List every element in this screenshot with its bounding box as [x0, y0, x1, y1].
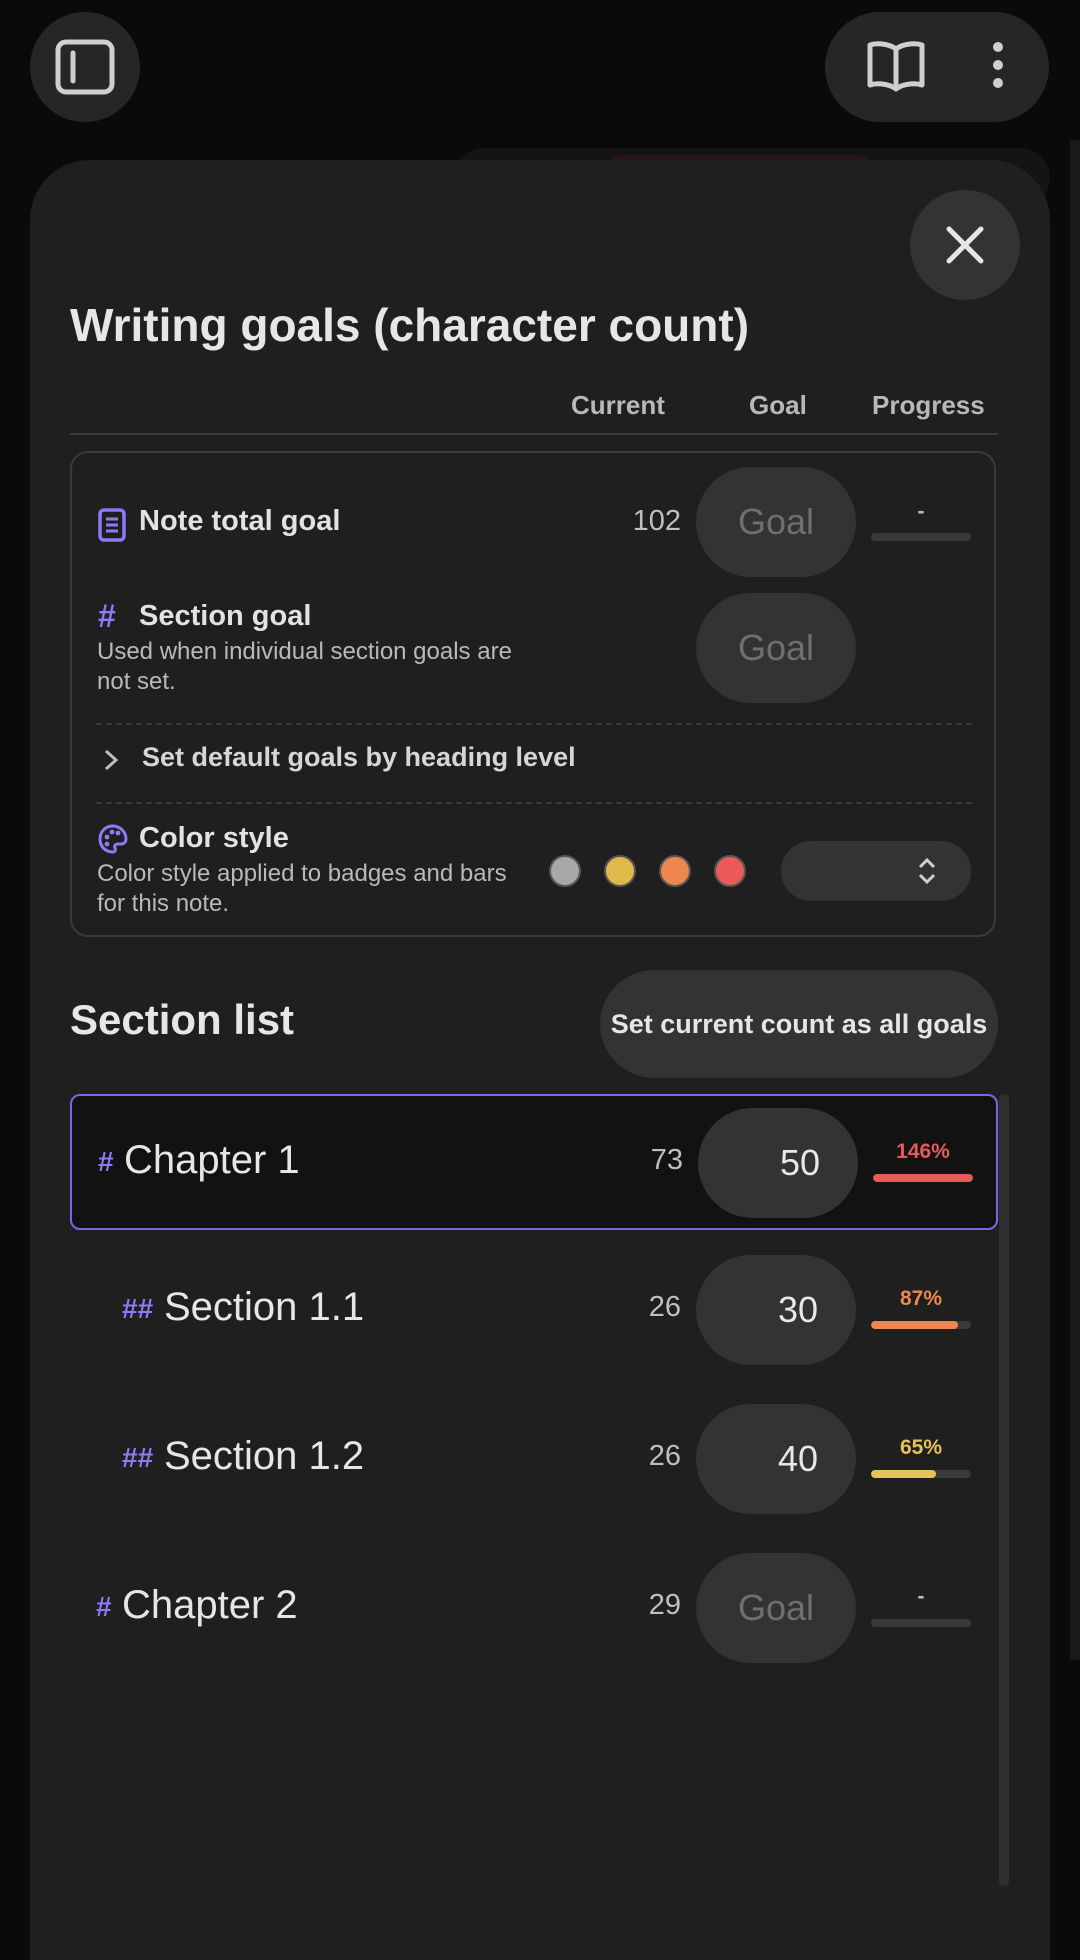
note-total-progress-bar	[871, 533, 971, 541]
heading-level-marker: ##	[122, 1442, 154, 1473]
color-style-select[interactable]	[781, 841, 971, 901]
section-goal-description: Used when individual section goals are n…	[97, 638, 512, 695]
section-current-count: 29	[648, 1589, 681, 1621]
section-progress-fill	[871, 1470, 936, 1478]
heading-defaults-toggle[interactable]: Set default goals by heading level	[98, 740, 798, 780]
section-progress-text: 146%	[896, 1140, 950, 1163]
section-label: Chapter 2	[122, 1583, 298, 1627]
note-total-current: 102	[632, 505, 681, 537]
section-progress-bar	[871, 1321, 971, 1329]
hash-icon: #	[98, 598, 116, 634]
section-row[interactable]: ## Section 1.1 26 30 87%	[70, 1243, 998, 1379]
heading-level-marker: #	[96, 1591, 112, 1622]
divider	[96, 723, 972, 725]
color-swatch-yellow[interactable]	[604, 855, 636, 887]
section-goal-input[interactable]: 30	[696, 1255, 856, 1365]
section-progress-text: 65%	[899, 1436, 943, 1459]
divider	[96, 802, 972, 804]
section-goal-input[interactable]: 50	[698, 1108, 858, 1218]
header-divider	[70, 433, 998, 435]
section-goal-input[interactable]: Goal	[696, 1553, 856, 1663]
section-progress-bar	[873, 1174, 973, 1182]
set-current-as-goals-button[interactable]: Set current count as all goals	[600, 970, 998, 1078]
column-header-progress: Progress	[872, 390, 985, 420]
heading-defaults-label: Set default goals by heading level	[142, 742, 576, 772]
section-row[interactable]: # Chapter 2 29 Goal -	[70, 1541, 998, 1677]
section-list-scrollbar[interactable]	[999, 1094, 1009, 1886]
note-total-progress-text: -	[917, 500, 925, 523]
section-row[interactable]: # Chapter 1 73 50 146%	[70, 1094, 998, 1230]
chevron-right-icon	[104, 749, 118, 771]
section-progress-fill	[873, 1174, 973, 1182]
more-vertical-icon	[993, 41, 1003, 88]
more-options-button[interactable]	[988, 37, 1008, 98]
section-progress-bar	[871, 1470, 971, 1478]
section-progress-text: -	[917, 1585, 925, 1608]
color-style-description: Color style applied to badges and bars f…	[97, 860, 507, 917]
close-button[interactable]	[910, 190, 1020, 300]
chevron-up-down-icon	[918, 857, 936, 885]
heading-level-marker: ##	[122, 1293, 154, 1324]
section-progress-fill	[871, 1321, 958, 1329]
section-label: Chapter 1	[124, 1138, 300, 1182]
note-icon	[98, 508, 126, 542]
color-swatch-red[interactable]	[714, 855, 746, 887]
section-current-count: 26	[648, 1440, 681, 1472]
section-progress-bar	[871, 1619, 971, 1627]
column-header-current: Current	[571, 390, 665, 420]
section-current-count: 73	[650, 1144, 683, 1176]
page-scrollbar	[1070, 140, 1080, 1660]
section-goal-input[interactable]: 40	[696, 1404, 856, 1514]
note-total-goal-input[interactable]: Goal	[696, 467, 856, 577]
color-swatch-gray[interactable]	[549, 855, 581, 887]
color-swatch-orange[interactable]	[659, 855, 691, 887]
section-row[interactable]: ## Section 1.2 26 40 65%	[70, 1392, 998, 1528]
heading-level-marker: #	[98, 1146, 114, 1177]
palette-icon	[98, 824, 128, 854]
top-actions	[825, 12, 1049, 122]
book-open-icon	[867, 40, 925, 91]
sidebar-toggle-button[interactable]	[30, 12, 140, 122]
section-goal-label: Section goal	[139, 600, 312, 632]
dialog-title: Writing goals (character count)	[70, 299, 750, 351]
color-style-label: Color style	[139, 822, 289, 854]
section-list-title: Section list	[70, 996, 295, 1043]
section-goal-input[interactable]: Goal	[696, 593, 856, 703]
section-label: Section 1.1	[164, 1285, 365, 1329]
close-icon	[946, 226, 984, 264]
column-header-goal: Goal	[749, 390, 807, 420]
section-current-count: 26	[648, 1291, 681, 1323]
sidebar-icon	[55, 39, 115, 95]
section-label: Section 1.2	[164, 1434, 365, 1478]
note-total-goal-label: Note total goal	[139, 505, 341, 537]
section-progress-text: 87%	[899, 1287, 943, 1310]
reading-view-button[interactable]	[866, 37, 926, 98]
